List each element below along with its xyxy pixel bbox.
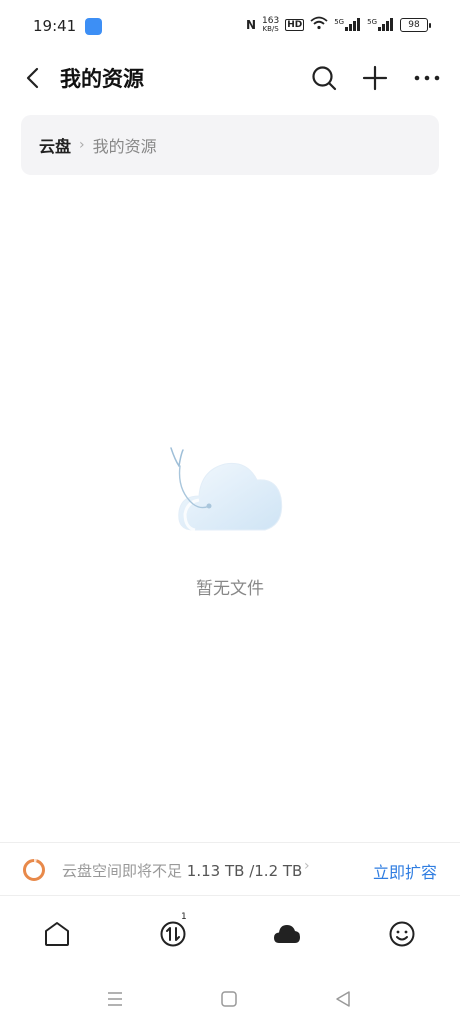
hd-badge: HD bbox=[285, 18, 305, 31]
profile-icon bbox=[389, 921, 415, 947]
transfer-badge: 1 bbox=[181, 912, 187, 922]
search-button[interactable] bbox=[308, 62, 340, 94]
more-button[interactable] bbox=[411, 62, 443, 94]
signal-label-2: 5G bbox=[367, 18, 377, 26]
storage-total: /1.2 TB bbox=[249, 862, 303, 880]
page-title: 我的资源 bbox=[60, 67, 144, 91]
nav-home-button[interactable] bbox=[218, 988, 240, 1010]
battery-indicator: 98 bbox=[400, 17, 431, 32]
back-triangle-icon bbox=[336, 991, 350, 1007]
status-bar: 19:41 N 163 KB/S HD 5G 5G 98 bbox=[0, 0, 460, 52]
net-speed: 163 KB/S bbox=[262, 15, 280, 33]
empty-message: 暂无文件 bbox=[196, 579, 264, 599]
storage-warning: 云盘空间即将不足 bbox=[62, 862, 183, 880]
more-dots-icon bbox=[414, 75, 440, 81]
storage-used: 1.13 TB bbox=[186, 862, 245, 880]
back-button[interactable] bbox=[20, 64, 48, 92]
breadcrumb-root[interactable]: 云盘 bbox=[39, 133, 71, 157]
nav-back-button[interactable] bbox=[332, 988, 354, 1010]
expand-storage-button[interactable]: 立即扩容 bbox=[373, 859, 437, 883]
tab-home[interactable] bbox=[41, 918, 73, 950]
nfc-icon: N bbox=[245, 17, 257, 32]
storage-text: 云盘空间即将不足 1.13 TB /1.2 TB bbox=[62, 860, 302, 881]
add-button[interactable] bbox=[359, 62, 391, 94]
nav-menu-button[interactable] bbox=[104, 988, 126, 1010]
status-time: 19:41 bbox=[33, 17, 77, 35]
empty-cloud-icon bbox=[170, 447, 283, 532]
breadcrumb: 云盘 › 我的资源 bbox=[21, 115, 439, 175]
signal-icon-2: 5G bbox=[367, 18, 394, 31]
net-speed-value: 163 bbox=[262, 15, 280, 26]
storage-ring-icon bbox=[23, 859, 45, 881]
signal-label-1: 5G bbox=[334, 18, 345, 26]
app-notification-icon bbox=[85, 18, 102, 35]
breadcrumb-current: 我的资源 bbox=[92, 137, 157, 156]
chevron-left-icon bbox=[26, 67, 39, 89]
menu-icon bbox=[108, 992, 122, 1006]
tab-cloud[interactable] bbox=[271, 918, 303, 950]
plus-icon bbox=[362, 65, 388, 91]
storage-warning-bar[interactable]: 云盘空间即将不足 1.13 TB /1.2 TB › 立即扩容 bbox=[0, 842, 460, 896]
cloud-icon bbox=[274, 925, 300, 943]
empty-state: 暂无文件 bbox=[0, 440, 460, 599]
breadcrumb-separator-icon: › bbox=[79, 137, 85, 153]
tab-profile[interactable] bbox=[386, 918, 418, 950]
bottom-tab-bar: 1 bbox=[0, 896, 460, 972]
transfer-icon bbox=[160, 921, 186, 947]
page-header: 我的资源 bbox=[0, 52, 460, 104]
wifi-icon bbox=[310, 16, 328, 33]
net-speed-unit: KB/S bbox=[262, 24, 279, 33]
system-nav-bar bbox=[0, 972, 460, 1027]
storage-chevron-icon: › bbox=[304, 858, 310, 874]
search-icon bbox=[312, 66, 337, 91]
home-icon bbox=[45, 922, 69, 946]
home-square-icon bbox=[221, 991, 237, 1007]
tab-transfer[interactable]: 1 bbox=[157, 912, 189, 950]
signal-icon-1: 5G bbox=[334, 18, 361, 31]
status-icons: N 163 KB/S HD 5G 5G 98 bbox=[245, 15, 431, 33]
